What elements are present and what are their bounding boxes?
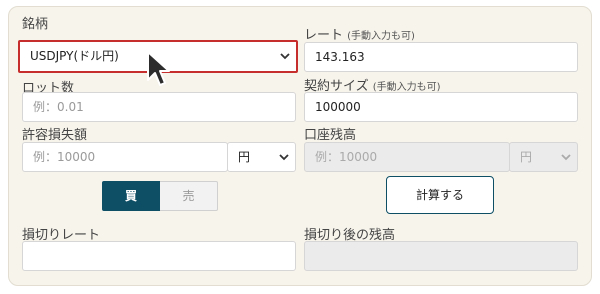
- rate-input[interactable]: 143.163: [304, 42, 578, 72]
- rate-note: (手動入力も可): [347, 31, 415, 42]
- buy-button[interactable]: 買: [102, 181, 160, 211]
- chevron-down-icon: [280, 42, 290, 60]
- allowed-loss-input[interactable]: 例：10000: [22, 142, 228, 172]
- rate-label-text: レート: [304, 28, 344, 43]
- lot-input[interactable]: 例：0.01: [22, 92, 296, 122]
- chevron-down-icon: [561, 143, 571, 161]
- balance-after-stop-output: [304, 241, 578, 271]
- account-balance-label: 口座残高: [304, 128, 357, 143]
- allowed-loss-currency-value: 円: [238, 150, 251, 164]
- sell-button[interactable]: 売: [160, 181, 218, 211]
- account-balance-input: 例：10000: [304, 142, 510, 172]
- account-balance-currency-select: 円: [509, 142, 578, 172]
- mouse-cursor-icon: [146, 50, 172, 92]
- symbol-value: USDJPY(ドル円): [30, 49, 119, 63]
- stop-rate-output: [22, 241, 296, 271]
- symbol-label: 銘柄: [22, 17, 49, 32]
- account-balance-currency-value: 円: [520, 150, 533, 164]
- contract-size-input[interactable]: 100000: [304, 92, 578, 122]
- calculate-button[interactable]: 計算する: [386, 176, 494, 214]
- allowed-loss-currency-select[interactable]: 円: [227, 142, 296, 172]
- chevron-down-icon: [279, 143, 289, 161]
- rate-label: レート (手動入力も可): [304, 24, 415, 43]
- allowed-loss-label: 許容損失額: [22, 128, 88, 143]
